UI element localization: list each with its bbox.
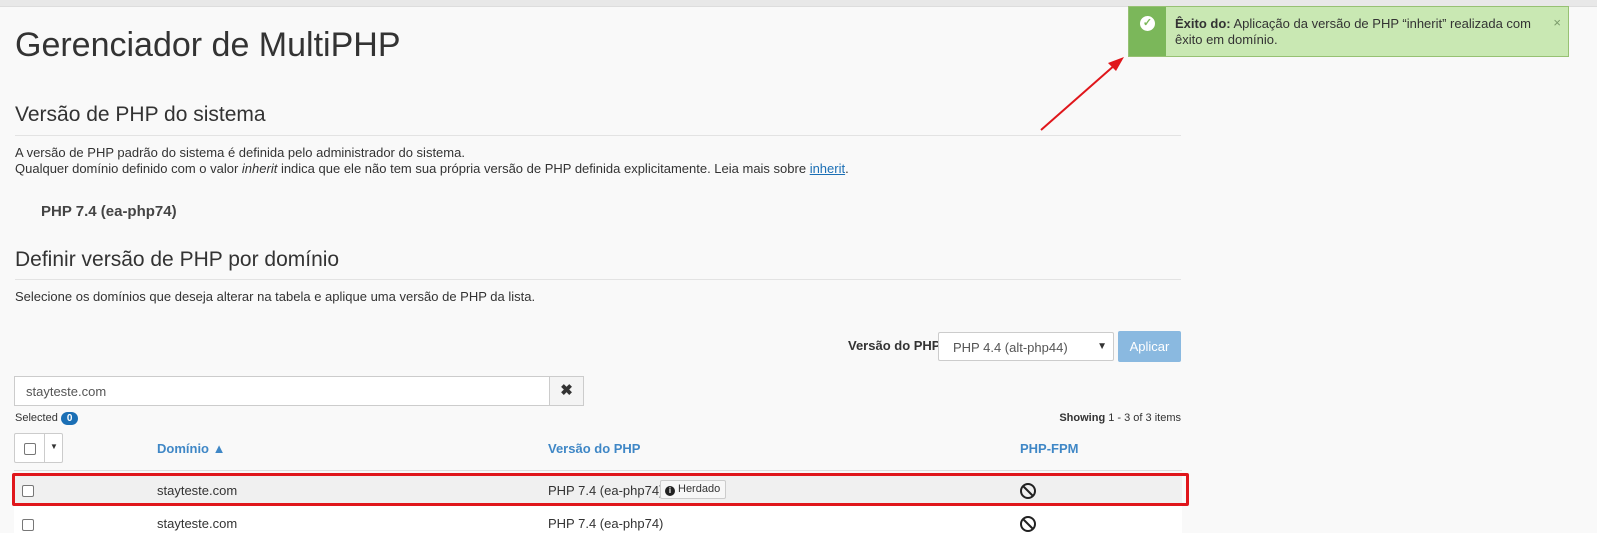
divider [15,135,1181,136]
inherit-link[interactable]: inherit [810,161,845,176]
selected-badge: 0 [60,412,79,425]
column-header-php-version[interactable]: Versão do PHP [548,441,640,456]
system-php-heading: Versão de PHP do sistema [15,103,266,126]
divider [14,470,1182,471]
column-header-php-fpm[interactable]: PHP-FPM [1020,441,1079,456]
search-input[interactable]: stayteste.com [14,376,550,406]
column-header-domain[interactable]: Domínio ▲ [157,441,225,456]
ban-icon [1020,516,1036,532]
php-version-select-value: PHP 4.4 (alt-php44) [953,340,1068,355]
toast-title: Êxito do: [1175,16,1231,31]
selected-label: Selected [15,412,58,424]
table-row: stayteste.com PHP 7.4 (ea-php74) [14,506,1182,533]
apply-button[interactable]: Aplicar [1118,331,1181,362]
highlight-box [12,473,1189,506]
php-version-select[interactable]: PHP 4.4 (alt-php44) ▼ [938,332,1114,361]
row-domain: stayteste.com [157,516,238,531]
desc-text: . [845,161,849,176]
pagination-summary: Showing 1 - 3 of 3 items [1059,412,1181,424]
toast-icon-area: ✓ [1129,7,1166,56]
check-circle-icon: ✓ [1140,16,1155,31]
domain-php-heading: Definir versão de PHP por domínio [15,248,340,271]
divider [15,279,1181,280]
selected-count: Selected 0 [15,412,79,425]
system-php-desc-line2: Qualquer domínio definido com o valor in… [15,161,849,177]
close-icon[interactable]: ✖ [549,376,584,406]
row-php-version: PHP 7.4 (ea-php74) [548,516,664,531]
caret-down-icon[interactable]: ▼ [50,442,58,451]
divider [44,434,45,462]
row-checkbox[interactable] [22,519,34,531]
select-all-checkbox[interactable] [24,443,36,455]
desc-emphasis: inherit [241,161,278,176]
chevron-down-icon: ▼ [1097,341,1107,352]
close-icon[interactable]: × [1553,15,1561,30]
showing-range: 1 - 3 of 3 items [1108,412,1181,424]
toast-message: Êxito do: Aplicação da versão de PHP “in… [1175,16,1535,48]
success-toast: ✓ Êxito do: Aplicação da versão de PHP “… [1128,6,1569,57]
desc-text: Qualquer domínio definido com o valor [15,161,242,176]
system-php-desc-line1: A versão de PHP padrão do sistema é defi… [15,145,465,160]
desc-text: indica que ele não tem sua própria versã… [277,161,810,176]
system-php-description: A versão de PHP padrão do sistema é defi… [15,145,849,177]
showing-prefix: Showing [1059,412,1106,424]
page-title: Gerenciador de MultiPHP [15,26,401,64]
php-version-label: Versão do PHP [848,338,941,353]
system-php-version: PHP 7.4 (ea-php74) [41,203,177,220]
select-all-dropdown[interactable]: ▼ [14,433,63,463]
domain-php-description: Selecione os domínios que deseja alterar… [15,289,536,304]
